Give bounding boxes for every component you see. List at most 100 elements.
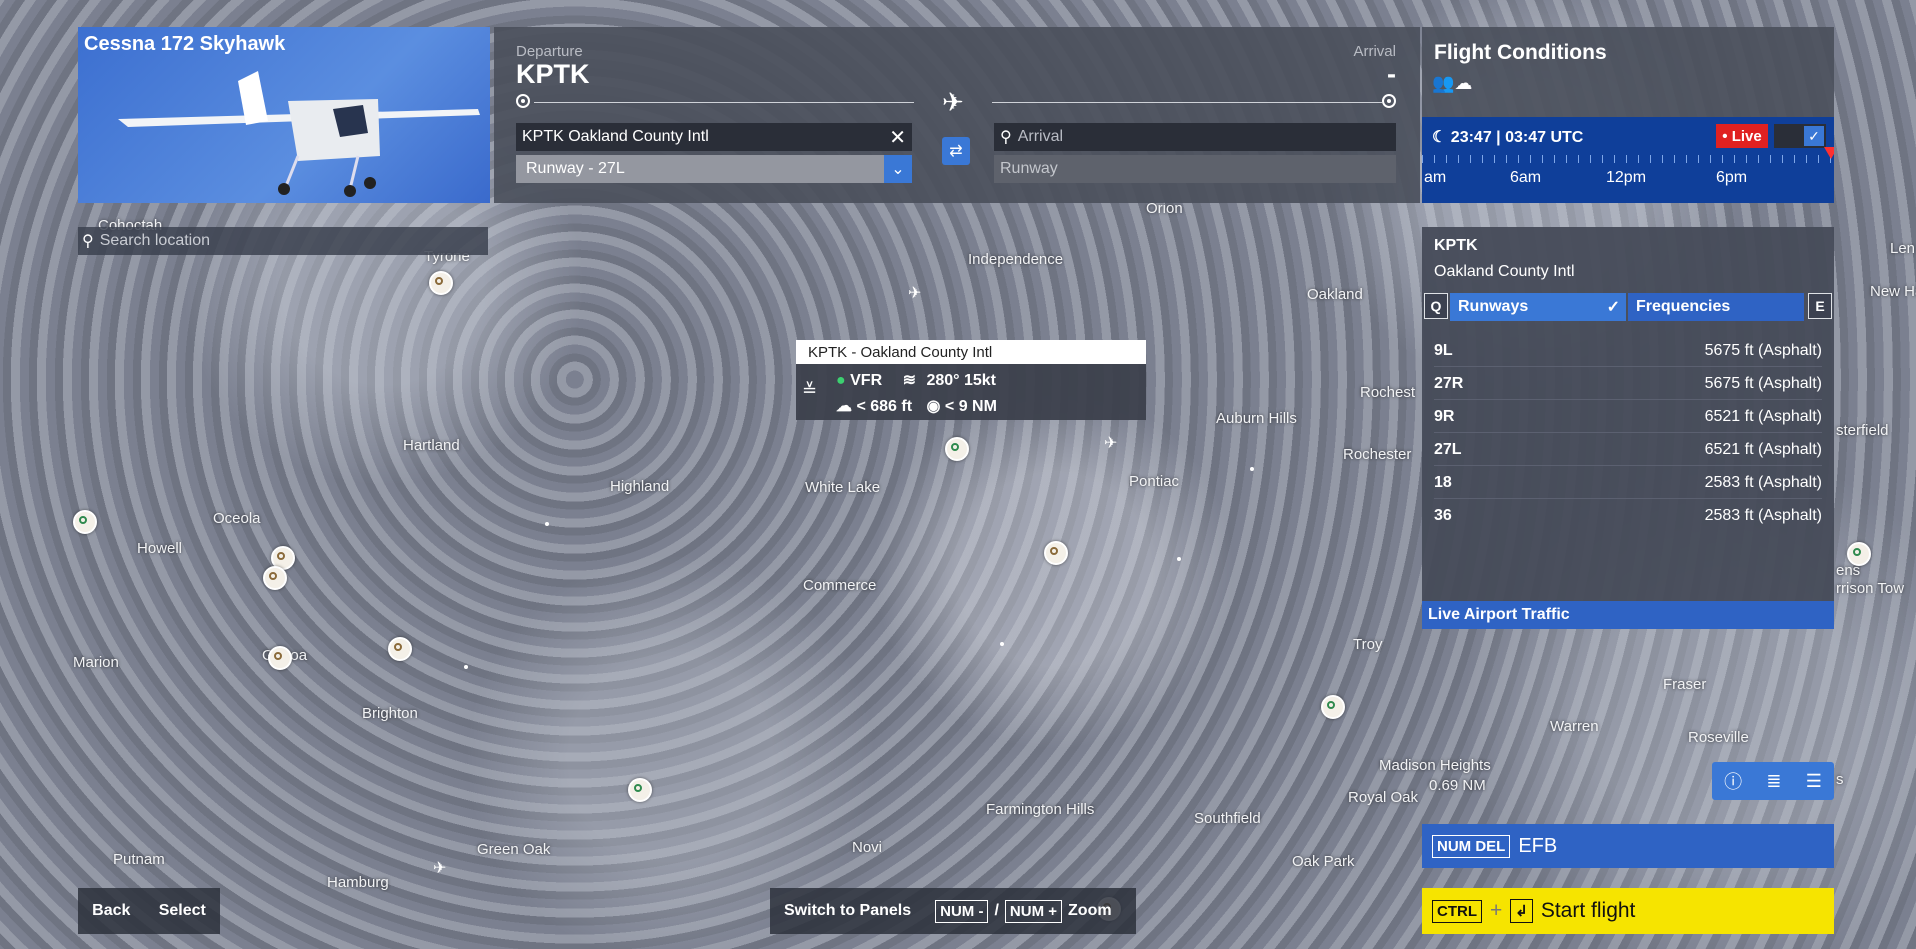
swap-button[interactable]: ⇄ <box>942 137 970 165</box>
wind-value: 280° 15kt <box>926 372 996 389</box>
aircraft-traffic-icon[interactable]: ✈ <box>908 283 921 303</box>
close-icon[interactable]: ✕ <box>889 125 906 150</box>
tab-frequencies-label: Frequencies <box>1636 298 1731 315</box>
aircraft-card[interactable]: Cessna 172 Skyhawk <box>78 27 490 203</box>
start-flight-button[interactable]: CTRL + ↲ Start flight <box>1422 888 1834 934</box>
runway-id: 9R <box>1434 407 1455 425</box>
start-flight-label: Start flight <box>1540 899 1636 922</box>
map-city-label: Pontiac <box>1129 473 1180 490</box>
tooltip-visibility-row: ☁ < 686 ft ◉ < 9 NM <box>836 396 997 416</box>
route-line <box>534 102 914 103</box>
map-city-label: Putnam <box>113 851 165 868</box>
map-tools-bar: ⓘ ≣ ☰ <box>1712 762 1834 800</box>
airport-marker[interactable] <box>628 778 652 802</box>
aircraft-name: Cessna 172 Skyhawk <box>84 33 286 55</box>
aircraft-traffic-icon[interactable]: ✈ <box>433 858 446 878</box>
tab-frequencies[interactable]: Frequencies <box>1628 293 1804 321</box>
live-button[interactable]: • Live <box>1716 124 1768 148</box>
filter-icon[interactable]: ☰ <box>1806 771 1822 792</box>
airport-marker[interactable] <box>263 566 287 590</box>
hour-label: 12pm <box>1606 169 1647 186</box>
map-dot <box>1000 642 1004 646</box>
map-city-label: Madison Heights <box>1379 757 1491 774</box>
select-button[interactable]: Select <box>159 902 206 920</box>
map-city-label: s <box>1836 771 1844 788</box>
arrival-airport-field[interactable]: ⚲ Arrival <box>994 123 1396 151</box>
swap-icon: ⇄ <box>949 143 963 160</box>
runway-row[interactable]: 18 2583 ft (Asphalt) <box>1434 467 1822 499</box>
runway-row[interactable]: 9R 6521 ft (Asphalt) <box>1434 401 1822 433</box>
num-plus-key: NUM + <box>1004 899 1063 923</box>
time-slider[interactable]: ☾ 23:47 | 03:47 UTC • Live ✓ am 6am 12pm… <box>1422 117 1834 203</box>
airport-marker[interactable] <box>268 646 292 670</box>
back-button[interactable]: Back <box>92 902 130 920</box>
location-search-input[interactable]: ⚲ Search location <box>78 227 488 255</box>
airport-marker[interactable] <box>1044 541 1068 565</box>
arrival-runway-select[interactable]: Runway <box>994 155 1396 183</box>
info-icon[interactable]: ⓘ <box>1724 768 1742 794</box>
map-city-label: Fraser <box>1663 676 1707 693</box>
zoom-label[interactable]: Zoom <box>1068 902 1112 920</box>
departure-airport-field[interactable]: KPTK Oakland County Intl ✕ <box>516 123 912 151</box>
ctrl-key-hint: CTRL <box>1432 899 1482 923</box>
runway-length: 6521 ft (Asphalt) <box>1704 440 1822 458</box>
map-city-label: Roseville <box>1688 729 1749 746</box>
airport-tooltip[interactable]: KPTK - Oakland County Intl ≚ ● VFR ≋ 280… <box>796 340 1146 420</box>
aircraft-image <box>118 71 480 197</box>
visibility-value: < 9 NM <box>944 398 997 415</box>
map-city-label: Novi <box>852 839 883 856</box>
map-city-label: Troy <box>1353 636 1383 653</box>
tooltip-weather-row: ● VFR ≋ 280° 15kt <box>836 370 996 390</box>
runway-length: 5675 ft (Asphalt) <box>1704 374 1822 392</box>
departure-runway-select[interactable]: Runway - 27L ⌄ <box>516 155 912 183</box>
runway-id: 27R <box>1434 374 1464 392</box>
map-city-label: Len <box>1890 240 1916 257</box>
runway-row[interactable]: 36 2583 ft (Asphalt) <box>1434 500 1822 532</box>
airport-marker[interactable] <box>1847 542 1871 566</box>
cloud-icon: ☁ <box>836 398 852 415</box>
runway-id: 18 <box>1434 473 1452 491</box>
arrival-placeholder: Arrival <box>1017 128 1064 145</box>
departure-runway-value: Runway - 27L <box>526 160 625 177</box>
map-city-label: Royal Oak <box>1348 789 1419 806</box>
live-airport-traffic-button[interactable]: Live Airport Traffic <box>1422 601 1834 629</box>
back-select-bar: Back Select <box>78 888 220 934</box>
efb-key-hint: NUM DEL <box>1432 834 1511 858</box>
key-q: Q <box>1424 293 1448 319</box>
runway-row[interactable]: 27L 6521 ft (Asphalt) <box>1434 434 1822 466</box>
aircraft-traffic-icon[interactable]: ✈ <box>1104 433 1117 453</box>
runway-row[interactable]: 27R 5675 ft (Asphalt) <box>1434 368 1822 400</box>
airport-marker[interactable] <box>1321 695 1345 719</box>
time-marker-icon[interactable] <box>1824 147 1834 159</box>
map-city-label: Oakland <box>1307 286 1363 303</box>
airport-marker[interactable] <box>945 437 969 461</box>
map-city-label: Commerce <box>803 577 877 594</box>
map-city-label: Howell <box>137 540 183 557</box>
airport-info-panel: KPTK Oakland County Intl Q Runways ✓ Fre… <box>1422 227 1834 629</box>
chevron-down-icon[interactable]: ⌄ <box>884 155 912 183</box>
tab-runways-label: Runways <box>1458 298 1529 315</box>
runway-row[interactable]: 9L 5675 ft (Asphalt) <box>1434 335 1822 367</box>
layers-icon[interactable]: ≣ <box>1766 771 1781 792</box>
map-city-label: Farmington Hills <box>986 801 1095 818</box>
flight-conditions-panel[interactable]: Flight Conditions 👥☁ ☾ 23:47 | 03:47 UTC… <box>1422 27 1834 203</box>
tab-runways[interactable]: Runways ✓ <box>1450 293 1626 321</box>
time-display: ☾ 23:47 | 03:47 UTC <box>1432 129 1584 146</box>
live-toggle[interactable]: ✓ <box>1774 124 1826 148</box>
map-city-label: sterfield <box>1836 422 1889 439</box>
airport-marker[interactable] <box>388 637 412 661</box>
map-dot <box>1250 467 1254 471</box>
map-city-label: New Ha <box>1870 283 1916 300</box>
airport-marker[interactable] <box>73 510 97 534</box>
hour-label: 6am <box>1510 169 1542 186</box>
map-city-label: Highland <box>610 478 670 495</box>
switch-panels-button[interactable]: Switch to Panels <box>784 902 911 920</box>
map-city-label: Rochester <box>1343 446 1412 463</box>
airplane-icon: ✈ <box>942 87 964 117</box>
efb-button[interactable]: NUM DEL EFB <box>1422 824 1834 868</box>
time-value: 23:47 | 03:47 UTC <box>1450 129 1584 146</box>
map-city-label: Oak Park <box>1292 853 1355 870</box>
airport-marker[interactable] <box>429 271 453 295</box>
departure-airport-value: KPTK Oakland County Intl <box>522 128 709 145</box>
map-city-label: White Lake <box>805 479 881 496</box>
